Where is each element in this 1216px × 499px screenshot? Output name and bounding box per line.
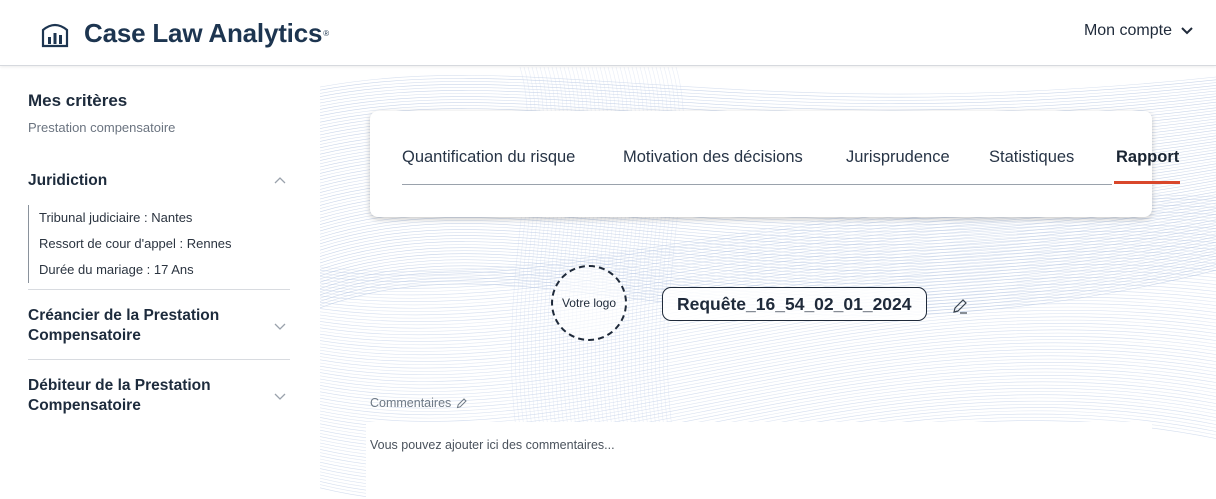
tab-bar-line — [402, 184, 1112, 185]
criteria-subtitle: Prestation compensatoire — [28, 120, 176, 135]
request-name-field[interactable]: Requête_16_54_02_01_2024 — [662, 287, 927, 321]
tab-jurisprudence[interactable]: Jurisprudence — [846, 148, 950, 167]
section-debiteur-title-line1: Débiteur de la Prestation — [28, 377, 211, 394]
comments-label-text: Commentaires — [370, 396, 452, 410]
criteria-item-duree-mariage: Durée du mariage : 17 Ans — [39, 262, 194, 277]
logo-upload[interactable]: Votre logo — [551, 265, 627, 341]
chevron-up-icon[interactable] — [272, 173, 288, 189]
section-divider — [28, 359, 290, 360]
active-tab-indicator — [1114, 181, 1180, 184]
account-label: Mon compte — [1083, 22, 1172, 39]
chevron-down-icon[interactable] — [272, 388, 288, 404]
account-menu[interactable]: Mon compte — [1084, 22, 1194, 40]
section-divider — [28, 289, 290, 290]
comments-placeholder: Vous pouvez ajouter ici des commentaires… — [370, 438, 615, 452]
edit-pencil-icon[interactable] — [456, 397, 468, 409]
section-juridiction-title: Juridiction — [28, 172, 108, 189]
criteria-item-tribunal: Tribunal judiciaire : Nantes — [39, 210, 193, 225]
criteria-item-cour-appel: Ressort de cour d'appel : Rennes — [39, 236, 232, 251]
juridiction-criteria-list: Tribunal judiciaire : Nantes Ressort de … — [28, 205, 290, 283]
section-creancier-title: Créancier de la Prestation Compensatoire — [28, 306, 219, 346]
section-creancier: Créancier de la Prestation Compensatoire — [28, 306, 290, 346]
chevron-down-icon — [1181, 27, 1193, 35]
section-juridiction-header[interactable]: Juridiction — [28, 171, 290, 191]
section-debiteur: Débiteur de la Prestation Compensatoire — [28, 376, 290, 416]
top-header: Case Law Analytics ® Mon compte — [0, 0, 1216, 66]
brand-logo-icon — [41, 23, 69, 47]
section-creancier-title-line1: Créancier de la Prestation — [28, 307, 220, 324]
section-creancier-header[interactable]: Créancier de la Prestation Compensatoire — [28, 306, 290, 346]
tab-quantification[interactable]: Quantification du risque — [402, 148, 575, 167]
section-debiteur-title-line2: Compensatoire — [28, 397, 141, 414]
brand-registered-mark: ® — [323, 29, 330, 38]
tab-rapport[interactable]: Rapport — [1116, 148, 1179, 167]
section-juridiction: Juridiction Tribunal judiciaire : Nantes… — [28, 171, 290, 283]
tab-bar: Quantification du risque Motivation des … — [402, 148, 1179, 188]
section-debiteur-header[interactable]: Débiteur de la Prestation Compensatoire — [28, 376, 290, 416]
edit-pencil-icon[interactable] — [951, 297, 969, 315]
chevron-down-icon[interactable] — [272, 318, 288, 334]
comments-label[interactable]: Commentaires — [370, 396, 468, 410]
criteria-sidebar: Mes critères Prestation compensatoire Ju… — [0, 67, 320, 499]
tab-motivation[interactable]: Motivation des décisions — [623, 148, 803, 167]
tab-statistiques[interactable]: Statistiques — [989, 148, 1074, 167]
logo-placeholder-label: Votre logo — [561, 296, 617, 310]
section-creancier-title-line2: Compensatoire — [28, 327, 141, 344]
report-tabs-card: Quantification du risque Motivation des … — [370, 111, 1180, 217]
request-name: Requête_16_54_02_01_2024 — [677, 293, 912, 314]
comments-textarea[interactable]: Vous pouvez ajouter ici des commentaires… — [366, 422, 1152, 499]
criteria-title: Mes critères — [28, 91, 128, 110]
brand-name: Case Law Analytics — [84, 18, 323, 48]
section-debiteur-title: Débiteur de la Prestation Compensatoire — [28, 376, 211, 416]
brand[interactable]: Case Law Analytics ® — [40, 18, 329, 49]
